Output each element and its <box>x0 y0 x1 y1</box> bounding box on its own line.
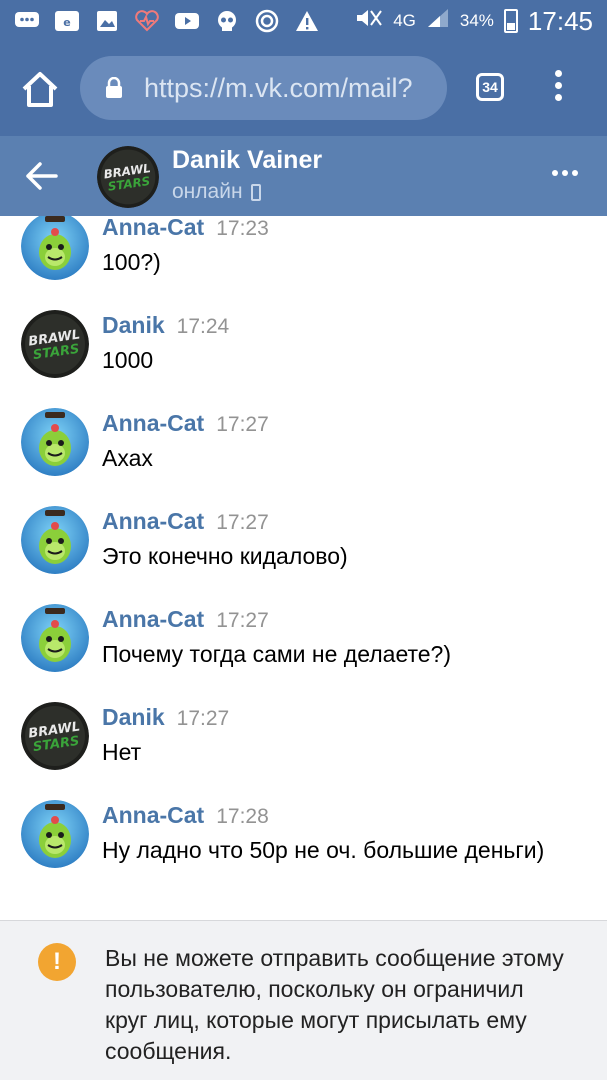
spike-avatar[interactable] <box>21 408 89 476</box>
message-author[interactable]: Danik 17:27 <box>102 704 229 731</box>
conversation-header: BRAWL STARS Danik Vainer онлайн <box>0 136 607 216</box>
message-author[interactable]: Danik 17:24 <box>102 312 229 339</box>
browser-menu-icon[interactable] <box>550 70 566 106</box>
author-name[interactable]: Danik <box>102 312 165 338</box>
message-time: 17:27 <box>216 609 269 632</box>
message-time: 17:28 <box>216 805 269 828</box>
author-name[interactable]: Anna-Cat <box>102 410 204 436</box>
spike-avatar[interactable] <box>21 506 89 574</box>
blocked-notice: ! Вы не можете отправить сообщение этому… <box>0 920 607 1080</box>
home-icon[interactable] <box>18 68 62 112</box>
message-item[interactable]: BRAWL STARS Danik 17:24 1000 <box>0 304 607 402</box>
warning-circle-icon: ! <box>38 943 76 981</box>
message-time: 17:24 <box>176 315 230 338</box>
browser-toolbar: https://m.vk.com/mail? 34 <box>0 42 607 136</box>
message-item[interactable]: Anna-Cat 17:27 Ахах <box>0 402 607 500</box>
signal-icon <box>426 7 450 36</box>
message-text: 100?) <box>102 249 161 275</box>
message-item[interactable]: Anna-Cat 17:23 100?) <box>0 216 607 304</box>
svg-text:e: e <box>63 16 70 29</box>
message-author[interactable]: Anna-Cat 17:28 <box>102 802 269 829</box>
battery-percent: 34% <box>459 11 494 30</box>
author-name[interactable]: Anna-Cat <box>102 216 204 240</box>
network-type: 4G <box>393 11 416 30</box>
message-item[interactable]: Anna-Cat 17:27 Почему тогда сами не делает… <box>0 598 607 696</box>
status-bar: e 4G 34% 17:45 <box>0 0 607 42</box>
back-arrow-icon[interactable] <box>24 160 58 192</box>
lock-icon <box>104 76 124 99</box>
gallery-icon <box>94 10 120 32</box>
spike-avatar[interactable] <box>21 216 89 280</box>
message-author[interactable]: Anna-Cat 17:27 <box>102 410 269 437</box>
clock: 17:45 <box>527 5 593 36</box>
status-right: 4G 34% 17:45 <box>355 0 593 42</box>
message-item[interactable]: BRAWL STARS Danik 17:27 Нет <box>0 696 607 794</box>
message-text: Нет <box>102 739 142 765</box>
brawl-stars-avatar[interactable]: BRAWL STARS <box>97 146 159 208</box>
author-name[interactable]: Anna-Cat <box>102 606 204 632</box>
spike-avatar[interactable] <box>21 800 89 868</box>
message-text: 1000 <box>102 347 154 373</box>
message-item[interactable]: Anna-Cat 17:28 Ну ладно что 50р не оч. бол… <box>0 794 607 892</box>
status-text: онлайн <box>172 180 243 203</box>
url-text: https://m.vk.com/mail? <box>144 73 413 103</box>
message-text: Ну ладно что 50р не оч. большие деньги) <box>102 837 545 863</box>
warning-icon <box>294 10 320 32</box>
author-name[interactable]: Danik <box>102 704 165 730</box>
message-author[interactable]: Anna-Cat 17:27 <box>102 606 269 633</box>
message-item[interactable]: Anna-Cat 17:27 Это конечно кидалово) <box>0 500 607 598</box>
author-name[interactable]: Anna-Cat <box>102 802 204 828</box>
message-time: 17:27 <box>176 707 230 730</box>
brawl-stars-avatar[interactable]: BRAWL STARS <box>21 310 89 378</box>
brawl-stars-avatar[interactable]: BRAWL STARS <box>21 702 89 770</box>
message-text: Почему тогда сами не делаете?) <box>102 641 452 667</box>
message-time: 17:27 <box>216 511 269 534</box>
mobile-icon <box>250 183 261 201</box>
skull-icon <box>214 10 240 32</box>
address-bar[interactable]: https://m.vk.com/mail? <box>80 56 447 120</box>
notice-text: Вы не можете отправить сообщение этому п… <box>105 945 564 1064</box>
battery-icon <box>503 9 518 33</box>
message-time: 17:23 <box>216 217 269 240</box>
youtube-icon <box>174 10 200 32</box>
contact-status: онлайн <box>172 180 261 204</box>
message-text: Это конечно кидалово) <box>102 543 348 569</box>
chat-icon <box>14 10 40 32</box>
mute-icon <box>355 7 383 35</box>
notification-icons: e <box>14 7 320 35</box>
contact-name: Danik Vainer <box>172 146 323 174</box>
message-author[interactable]: Anna-Cat 17:23 <box>102 216 269 241</box>
health-icon <box>134 10 160 32</box>
message-time: 17:27 <box>216 413 269 436</box>
tabs-button[interactable]: 34 <box>476 73 504 101</box>
more-options-icon[interactable] <box>552 170 578 176</box>
vpn-icon <box>254 9 280 33</box>
message-author[interactable]: Anna-Cat 17:27 <box>102 508 269 535</box>
message-text: Ахах <box>102 445 153 471</box>
cloud-icon: e <box>54 10 80 32</box>
author-name[interactable]: Anna-Cat <box>102 508 204 534</box>
message-list: Anna-Cat 17:23 100?) BRAWL STARS Danik 17:24 10… <box>0 216 607 920</box>
spike-avatar[interactable] <box>21 604 89 672</box>
